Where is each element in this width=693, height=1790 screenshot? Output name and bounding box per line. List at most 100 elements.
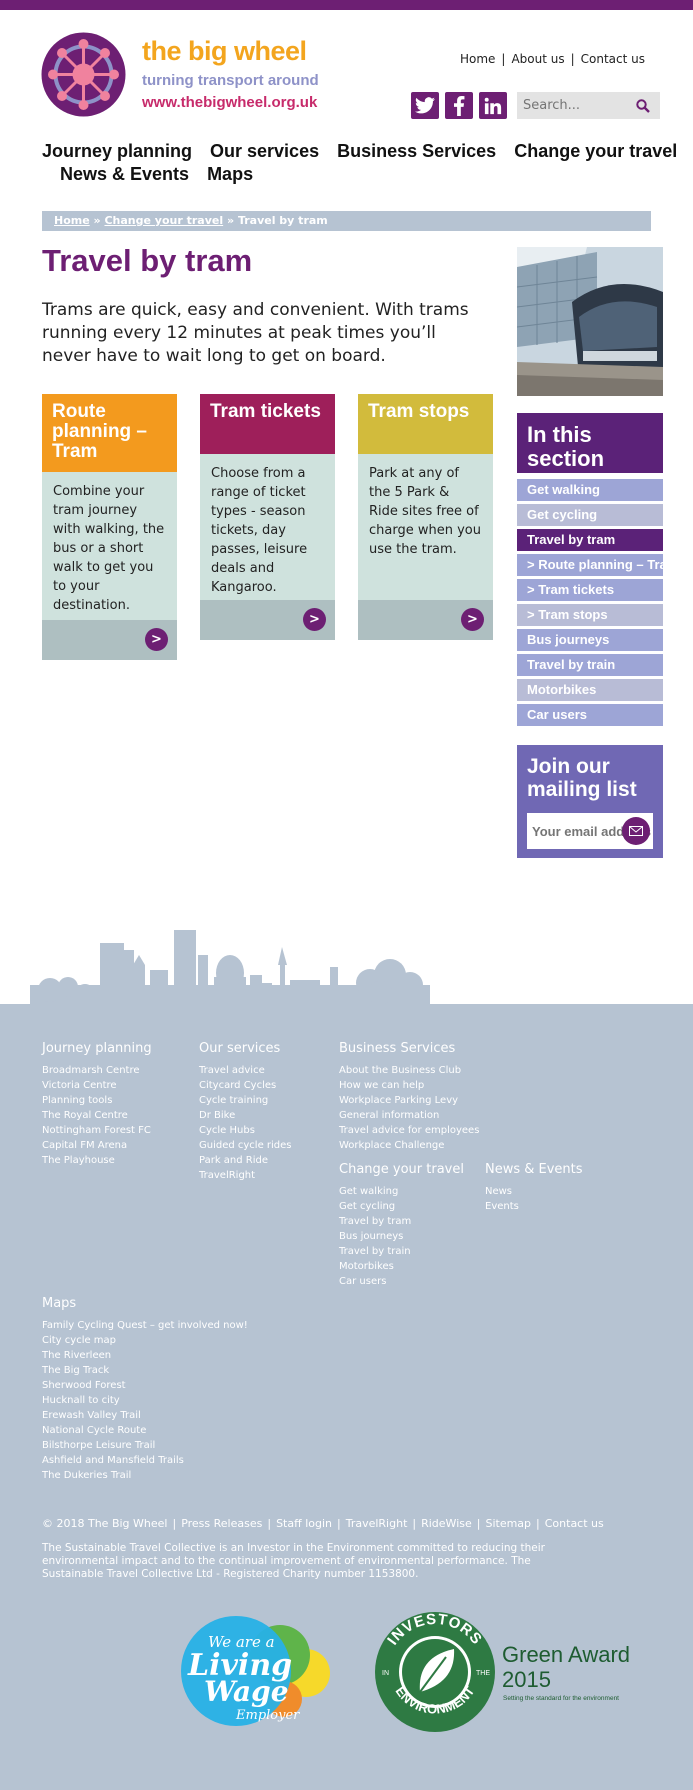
living-wage-logo-icon[interactable]: We are a Living Wage Employer: [178, 1609, 338, 1734]
section-item-travel-by-tram[interactable]: Travel by tram: [517, 529, 663, 551]
footer-link[interactable]: Get walking: [339, 1184, 464, 1199]
footer-link[interactable]: The Playhouse: [42, 1153, 152, 1168]
footer-link[interactable]: Car users: [339, 1274, 464, 1289]
section-item-travel-by-train[interactable]: Travel by train: [517, 654, 663, 676]
footer-heading[interactable]: News & Events: [485, 1162, 583, 1177]
link-staff-login[interactable]: Staff login: [276, 1517, 332, 1530]
footer-link[interactable]: Planning tools: [42, 1093, 152, 1108]
card-tram-tickets[interactable]: Tram tickets Choose from a range of tick…: [200, 394, 335, 640]
footer-link[interactable]: Broadmarsh Centre: [42, 1063, 152, 1078]
link-contact-us[interactable]: Contact us: [545, 1517, 604, 1530]
footer-link[interactable]: The Riverleen: [42, 1348, 248, 1363]
linkedin-icon[interactable]: [479, 92, 507, 119]
footer-heading[interactable]: Business Services: [339, 1041, 479, 1056]
nav-our-services[interactable]: Our services: [210, 140, 319, 163]
footer-link[interactable]: Ashfield and Mansfield Trails: [42, 1453, 248, 1468]
link-sitemap[interactable]: Sitemap: [485, 1517, 531, 1530]
footer-link[interactable]: The Royal Centre: [42, 1108, 152, 1123]
footer-link[interactable]: Workplace Parking Levy: [339, 1093, 479, 1108]
logo-url[interactable]: www.thebigwheel.org.uk: [142, 94, 317, 111]
svg-text:Employer: Employer: [235, 1708, 300, 1723]
search-input[interactable]: [517, 92, 629, 119]
nav-journey-planning[interactable]: Journey planning: [42, 140, 192, 163]
footer-heading[interactable]: Our services: [199, 1041, 292, 1056]
footer-link[interactable]: About the Business Club: [339, 1063, 479, 1078]
facebook-icon[interactable]: [445, 92, 473, 119]
footer-link[interactable]: Get cycling: [339, 1199, 464, 1214]
logo-title[interactable]: the big wheel: [142, 36, 307, 67]
footer-link[interactable]: Travel by tram: [339, 1214, 464, 1229]
nav-news-events[interactable]: News & Events: [60, 163, 189, 186]
footer-heading[interactable]: Maps: [42, 1296, 248, 1311]
envelope-icon[interactable]: [622, 817, 650, 845]
section-item-get-cycling[interactable]: Get cycling: [517, 504, 663, 526]
section-item-tram-stops[interactable]: > Tram stops: [517, 604, 663, 626]
footer-link[interactable]: National Cycle Route: [42, 1423, 248, 1438]
util-link-contact[interactable]: Contact us: [581, 52, 645, 66]
card-route-planning[interactable]: Route planning – Tram Combine your tram …: [42, 394, 177, 660]
arrow-right-icon[interactable]: >: [303, 608, 326, 631]
footer-link[interactable]: General information: [339, 1108, 479, 1123]
footer-link[interactable]: Bus journeys: [339, 1229, 464, 1244]
footer-link[interactable]: How we can help: [339, 1078, 479, 1093]
footer-link[interactable]: The Big Track: [42, 1363, 248, 1378]
section-item-motorbikes[interactable]: Motorbikes: [517, 679, 663, 701]
footer-link[interactable]: Erewash Valley Trail: [42, 1408, 248, 1423]
section-item-bus-journeys[interactable]: Bus journeys: [517, 629, 663, 651]
footer-link[interactable]: City cycle map: [42, 1333, 248, 1348]
link-press-releases[interactable]: Press Releases: [181, 1517, 262, 1530]
card-tram-stops[interactable]: Tram stops Park at any of the 5 Park & R…: [358, 394, 493, 640]
footer-link[interactable]: Workplace Challenge: [339, 1138, 479, 1153]
footer-link[interactable]: Capital FM Arena: [42, 1138, 152, 1153]
footer-link[interactable]: Family Cycling Quest – get involved now!: [42, 1318, 248, 1333]
section-item-route-planning[interactable]: > Route planning – Tram: [517, 554, 663, 576]
nav-change-your-travel[interactable]: Change your travel: [514, 140, 677, 163]
nav-business-services[interactable]: Business Services: [337, 140, 496, 163]
breadcrumb-home[interactable]: Home: [54, 214, 90, 227]
footer-link[interactable]: Park and Ride: [199, 1153, 292, 1168]
footer-link[interactable]: Dr Bike: [199, 1108, 292, 1123]
footer-link[interactable]: Nottingham Forest FC: [42, 1123, 152, 1138]
footer-heading[interactable]: Change your travel: [339, 1162, 464, 1177]
big-wheel-logo-icon[interactable]: [41, 32, 126, 117]
footer-link[interactable]: Travel advice: [199, 1063, 292, 1078]
search-icon[interactable]: [629, 98, 657, 113]
footer-link[interactable]: TravelRight: [199, 1168, 292, 1183]
breadcrumb-change-your-travel[interactable]: Change your travel: [104, 214, 223, 227]
footer-link[interactable]: Travel by train: [339, 1244, 464, 1259]
card-title[interactable]: Tram stops: [358, 394, 493, 454]
breadcrumb: Home » Change your travel » Travel by tr…: [42, 211, 651, 231]
investors-in-environment-logo-icon[interactable]: INVESTORS ENVIRONMENT IN THE Green Award…: [372, 1607, 642, 1732]
section-item-get-walking[interactable]: Get walking: [517, 479, 663, 501]
footer-link[interactable]: Cycle Hubs: [199, 1123, 292, 1138]
footer-link[interactable]: Motorbikes: [339, 1259, 464, 1274]
twitter-icon[interactable]: [411, 92, 439, 119]
footer-link[interactable]: Bilsthorpe Leisure Trail: [42, 1438, 248, 1453]
footer-link[interactable]: Events: [485, 1199, 583, 1214]
footer-link[interactable]: Victoria Centre: [42, 1078, 152, 1093]
util-link-home[interactable]: Home: [460, 52, 495, 66]
section-item-tram-tickets[interactable]: > Tram tickets: [517, 579, 663, 601]
footer-link[interactable]: Cycle training: [199, 1093, 292, 1108]
footer-heading[interactable]: Journey planning: [42, 1041, 152, 1056]
card-title[interactable]: Route planning – Tram: [42, 394, 177, 472]
footer-link[interactable]: Citycard Cycles: [199, 1078, 292, 1093]
footer-link[interactable]: Hucknall to city: [42, 1393, 248, 1408]
arrow-right-icon[interactable]: >: [461, 608, 484, 631]
footer-link[interactable]: News: [485, 1184, 583, 1199]
link-ridewise[interactable]: RideWise: [421, 1517, 472, 1530]
footer-link[interactable]: The Dukeries Trail: [42, 1468, 248, 1483]
tram-photo: [517, 247, 663, 396]
in-this-section: In this section Get walking Get cycling …: [517, 413, 663, 729]
section-item-car-users[interactable]: Car users: [517, 704, 663, 726]
card-footer: >: [200, 600, 335, 640]
util-link-about[interactable]: About us: [511, 52, 564, 66]
link-travelright[interactable]: TravelRight: [346, 1517, 408, 1530]
footer-link[interactable]: Guided cycle rides: [199, 1138, 292, 1153]
footer-link[interactable]: Travel advice for employees: [339, 1123, 479, 1138]
nav-maps[interactable]: Maps: [207, 163, 253, 186]
mailing-form: [527, 813, 653, 849]
arrow-right-icon[interactable]: >: [145, 628, 168, 651]
footer-link[interactable]: Sherwood Forest: [42, 1378, 248, 1393]
card-title[interactable]: Tram tickets: [200, 394, 335, 454]
